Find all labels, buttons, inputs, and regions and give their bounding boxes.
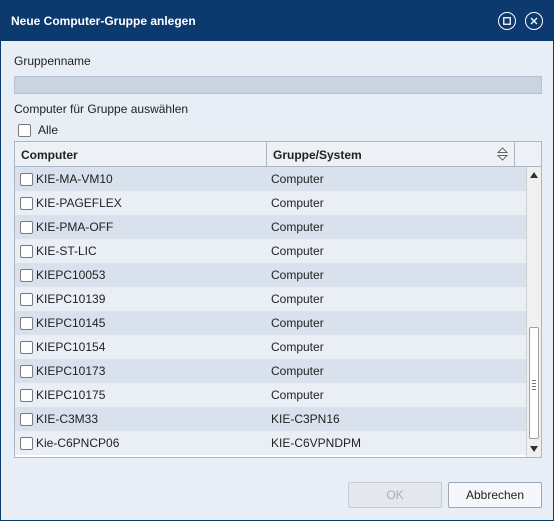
table-row[interactable]: Kie-C6PNCP06 KIE-C6VPNDPM (15, 431, 526, 455)
vertical-scrollbar[interactable] (526, 167, 541, 457)
maximize-button[interactable] (498, 12, 516, 30)
computer-cell: KIE-ST-LIC (36, 244, 97, 258)
computer-cell: Kie-C6PNCP06 (36, 436, 120, 450)
computer-cell: KIEPC10053 (36, 268, 106, 282)
table-header: Computer Gruppe/System (15, 142, 541, 167)
triangle-down-icon (530, 446, 538, 452)
group-cell: Computer (271, 196, 324, 210)
table-row[interactable]: KIE-C3M33 KIE-C3PN16 (15, 407, 526, 431)
row-checkbox[interactable] (20, 413, 33, 426)
column-header-group[interactable]: Gruppe/System (267, 142, 515, 166)
computer-table: Computer Gruppe/System KIE-MA-VM10 Comput… (14, 141, 542, 458)
computer-cell: KIE-PAGEFLEX (36, 196, 122, 210)
group-cell: Computer (271, 220, 324, 234)
row-checkbox[interactable] (20, 245, 33, 258)
group-cell: Computer (271, 292, 324, 306)
computer-cell: KIE-PMA-OFF (36, 220, 114, 234)
select-all-checkbox[interactable] (18, 123, 31, 137)
group-cell: Computer (271, 316, 324, 330)
select-all-label: Alle (38, 123, 59, 137)
close-button[interactable] (525, 12, 543, 30)
column-header-computer[interactable]: Computer (15, 142, 267, 166)
table-row[interactable]: KIE-ST-LIC Computer (15, 239, 526, 263)
table-body: KIE-MA-VM10 Computer KIE-PAGEFLEX Computer K… (15, 167, 526, 457)
group-cell: KIE-C6VPNDPM (271, 436, 362, 450)
table-row[interactable]: KIE-PAGEFLEX Computer (15, 191, 526, 215)
scroll-down-arrow[interactable] (527, 442, 541, 456)
group-cell: Computer (271, 268, 324, 282)
select-all[interactable]: Alle (18, 123, 58, 137)
table-row[interactable]: KIEPC10053 Computer (15, 263, 526, 287)
dialog-title: Neue Computer-Gruppe anlegen (11, 14, 196, 28)
table-row[interactable]: KIEPC10139 Computer (15, 287, 526, 311)
column-header-spacer (515, 142, 541, 166)
computer-cell: KIE-C3M33 (36, 412, 99, 426)
table-row[interactable]: KIEPC10145 Computer (15, 311, 526, 335)
row-checkbox[interactable] (20, 269, 33, 282)
grip-icon (532, 380, 536, 392)
group-cell: Computer (271, 244, 324, 258)
row-checkbox[interactable] (20, 221, 33, 234)
row-checkbox[interactable] (20, 365, 33, 378)
row-checkbox[interactable] (20, 173, 33, 186)
group-cell: Computer (271, 364, 324, 378)
group-cell: Computer (271, 388, 324, 402)
computer-cell: KIE-MA-VM10 (36, 172, 113, 186)
column-header-group-label: Gruppe/System (273, 148, 362, 162)
scrollbar-thumb[interactable] (529, 327, 539, 439)
row-checkbox[interactable] (20, 389, 33, 402)
computer-cell: KIEPC10139 (36, 292, 106, 306)
row-checkbox[interactable] (20, 197, 33, 210)
table-row[interactable]: KIEPC10175 Computer (15, 383, 526, 407)
computer-cell: KIEPC10173 (36, 364, 106, 378)
row-checkbox[interactable] (20, 341, 33, 354)
group-cell: KIE-C3PN16 (271, 412, 340, 426)
cancel-button[interactable]: Abbrechen (448, 482, 542, 508)
new-group-dialog: Neue Computer-Gruppe anlegen Gruppenname… (0, 0, 554, 521)
group-name-label: Gruppenname (14, 54, 91, 68)
computer-cell: KIEPC10175 (36, 388, 106, 402)
close-icon (530, 17, 538, 25)
computer-cell: KIEPC10154 (36, 340, 106, 354)
sort-icon (497, 147, 508, 161)
table-row[interactable]: KIE-PMA-OFF Computer (15, 215, 526, 239)
maximize-icon (503, 17, 511, 25)
triangle-up-icon (530, 172, 538, 178)
computer-cell: KIEPC10145 (36, 316, 106, 330)
scroll-up-arrow[interactable] (527, 168, 541, 182)
row-checkbox[interactable] (20, 437, 33, 450)
group-name-input[interactable] (14, 76, 542, 94)
row-checkbox[interactable] (20, 317, 33, 330)
ok-button[interactable]: OK (348, 482, 442, 508)
select-computers-label: Computer für Gruppe auswählen (14, 102, 189, 116)
group-cell: Computer (271, 172, 324, 186)
title-bar: Neue Computer-Gruppe anlegen (1, 1, 553, 41)
group-cell: Computer (271, 340, 324, 354)
table-row[interactable]: KIE-MA-VM10 Computer (15, 167, 526, 191)
row-checkbox[interactable] (20, 293, 33, 306)
table-row[interactable]: KIEPC10173 Computer (15, 359, 526, 383)
table-row[interactable]: KIEPC10154 Computer (15, 335, 526, 359)
